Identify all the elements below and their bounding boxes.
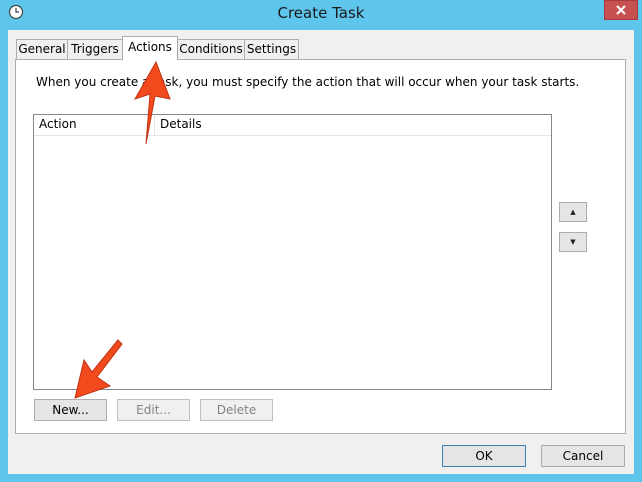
actions-list-header: Action Details [34, 115, 551, 136]
create-task-window: Create Task General Triggers Actions Con… [0, 0, 642, 482]
tab-actions[interactable]: Actions [122, 36, 178, 60]
actions-tab-panel: When you create a task, you must specify… [15, 59, 626, 434]
tab-general[interactable]: General [16, 39, 68, 59]
edit-action-button[interactable]: Edit... [117, 399, 190, 421]
close-icon [616, 5, 626, 15]
tab-settings[interactable]: Settings [244, 39, 299, 59]
close-button[interactable] [604, 0, 638, 20]
arrow-up-icon: ▲ [570, 208, 576, 216]
delete-action-button[interactable]: Delete [200, 399, 273, 421]
tab-triggers[interactable]: Triggers [67, 39, 123, 59]
tab-conditions[interactable]: Conditions [177, 39, 245, 59]
move-up-button[interactable]: ▲ [559, 202, 587, 222]
column-header-action[interactable]: Action [34, 115, 154, 135]
cancel-button[interactable]: Cancel [541, 445, 625, 467]
ok-button[interactable]: OK [442, 445, 526, 467]
actions-intro-text: When you create a task, you must specify… [36, 75, 580, 89]
new-action-button[interactable]: New... [34, 399, 107, 421]
column-header-details[interactable]: Details [155, 115, 355, 135]
actions-list[interactable]: Action Details [33, 114, 552, 390]
arrow-down-icon: ▼ [570, 238, 576, 246]
dialog-client-area: General Triggers Actions Conditions Sett… [8, 30, 634, 474]
move-down-button[interactable]: ▼ [559, 232, 587, 252]
window-title: Create Task [277, 4, 365, 22]
